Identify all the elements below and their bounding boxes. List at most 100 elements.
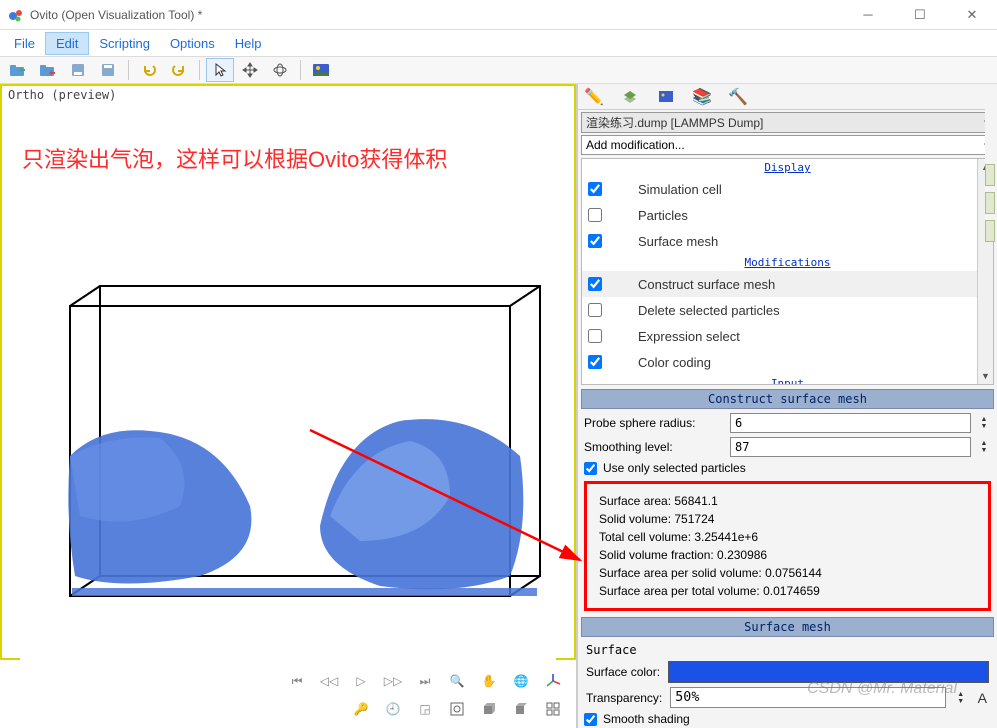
render-icon[interactable] bbox=[307, 58, 335, 82]
orbit-icon[interactable]: 🌐 bbox=[510, 670, 532, 692]
open-state-icon[interactable] bbox=[64, 58, 92, 82]
clock-icon[interactable]: 🕘 bbox=[382, 698, 404, 720]
transparency-input[interactable] bbox=[670, 687, 945, 708]
checkbox-construct[interactable] bbox=[588, 277, 602, 291]
strip-item[interactable] bbox=[985, 220, 995, 242]
probe-radius-spinner[interactable]: ▲▼ bbox=[977, 416, 991, 430]
first-frame-icon[interactable]: ⏮ bbox=[286, 670, 308, 692]
rotate-icon[interactable] bbox=[266, 58, 294, 82]
transparency-spinner[interactable]: ▲▼ bbox=[954, 691, 968, 705]
key-icon[interactable]: 🔑 bbox=[350, 698, 372, 720]
zoom-extents-icon[interactable] bbox=[446, 698, 468, 720]
undo-icon[interactable] bbox=[135, 58, 163, 82]
move-icon[interactable] bbox=[236, 58, 264, 82]
surface-info-box: Surface area: 56841.1 Solid volume: 7517… bbox=[584, 481, 991, 611]
info-surface-area: Surface area: 56841.1 bbox=[599, 492, 976, 510]
probe-radius-label: Probe sphere radius: bbox=[584, 416, 724, 430]
stack-tab-icon[interactable]: 📚 bbox=[692, 87, 712, 107]
close-button[interactable]: ✕ bbox=[955, 4, 989, 26]
smooth-shading-label: Smooth shading bbox=[603, 712, 690, 726]
surface-panel-title: Surface mesh bbox=[581, 617, 994, 637]
save-state-icon[interactable] bbox=[94, 58, 122, 82]
menu-scripting[interactable]: Scripting bbox=[89, 33, 160, 54]
redo-icon[interactable] bbox=[165, 58, 193, 82]
right-panel: ✏️ 📚 🔨 渲染练习.dump [LAMMPS Dump] Add modif… bbox=[577, 84, 997, 728]
smooth-shading-row: Smooth shading bbox=[578, 710, 997, 728]
play-icon[interactable]: ▷ bbox=[350, 670, 372, 692]
toolbar bbox=[0, 56, 997, 84]
menu-edit[interactable]: Edit bbox=[45, 32, 89, 55]
surface-color-swatch[interactable] bbox=[668, 661, 989, 683]
menu-options[interactable]: Options bbox=[160, 33, 225, 54]
checkbox-sim-cell[interactable] bbox=[588, 182, 602, 196]
use-selected-label: Use only selected particles bbox=[603, 461, 746, 475]
snap-icon[interactable]: ◲ bbox=[414, 698, 436, 720]
pencil-tab-icon[interactable]: ✏️ bbox=[584, 87, 604, 107]
checkbox-delete-selected[interactable] bbox=[588, 303, 602, 317]
menubar: File Edit Scripting Options Help bbox=[0, 30, 997, 56]
save-file-icon[interactable] bbox=[34, 58, 62, 82]
pipeline-list: Display Simulation cell Particles Surfac… bbox=[581, 158, 994, 385]
section-display: Display bbox=[582, 159, 993, 176]
zoom-icon[interactable]: 🔍 bbox=[446, 670, 468, 692]
transparency-row: Transparency: ▲▼ A bbox=[578, 685, 997, 710]
viewport-canvas[interactable]: Ortho (preview) 只渲染出气泡，这样可以根据Ovito获得体积 bbox=[0, 84, 576, 660]
pan-icon[interactable]: ✋ bbox=[478, 670, 500, 692]
smoothing-spinner[interactable]: ▲▼ bbox=[977, 440, 991, 454]
smoothing-input[interactable] bbox=[730, 437, 971, 457]
cube-view-icon[interactable] bbox=[478, 698, 500, 720]
next-frame-icon[interactable]: ▷▷ bbox=[382, 670, 404, 692]
window-title: Ovito (Open Visualization Tool) * bbox=[30, 8, 851, 22]
pipeline-item-expr-select[interactable]: Expression select bbox=[582, 323, 993, 349]
pipeline-item-particles[interactable]: Particles bbox=[582, 202, 993, 228]
pipeline-file-selector[interactable]: 渲染练习.dump [LAMMPS Dump] bbox=[581, 112, 994, 133]
probe-radius-row: Probe sphere radius: ▲▼ bbox=[578, 411, 997, 435]
pipeline-item-sim-cell[interactable]: Simulation cell bbox=[582, 176, 993, 202]
select-cursor-icon[interactable] bbox=[206, 58, 234, 82]
checkbox-color-coding[interactable] bbox=[588, 355, 602, 369]
layout-icon[interactable] bbox=[542, 698, 564, 720]
transparency-anim-icon[interactable]: A bbox=[976, 690, 989, 706]
construct-panel-title: Construct surface mesh bbox=[581, 389, 994, 409]
checkbox-expr-select[interactable] bbox=[588, 329, 602, 343]
hammer-tab-icon[interactable]: 🔨 bbox=[728, 87, 748, 107]
use-selected-row: Use only selected particles bbox=[578, 459, 997, 477]
titlebar: Ovito (Open Visualization Tool) * ─ ☐ ✕ bbox=[0, 0, 997, 30]
far-right-strip bbox=[985, 84, 997, 242]
info-solid-frac: Solid volume fraction: 0.230986 bbox=[599, 546, 976, 564]
menu-help[interactable]: Help bbox=[225, 33, 272, 54]
strip-item[interactable] bbox=[985, 192, 995, 214]
axes-icon[interactable] bbox=[542, 670, 564, 692]
probe-radius-input[interactable] bbox=[730, 413, 971, 433]
info-sa-per-total: Surface area per total volume: 0.0174659 bbox=[599, 582, 976, 600]
pipeline-item-color-coding[interactable]: Color coding bbox=[582, 349, 993, 375]
maximize-button[interactable]: ☐ bbox=[903, 4, 937, 26]
viewport-mode-label: Ortho (preview) bbox=[8, 88, 116, 102]
smoothing-label: Smoothing level: bbox=[584, 440, 724, 454]
viewport-panel: Ortho (preview) 只渲染出气泡，这样可以根据Ovito获得体积 bbox=[0, 84, 577, 728]
smooth-shading-checkbox[interactable] bbox=[584, 713, 597, 726]
transparency-label: Transparency: bbox=[586, 691, 662, 705]
checkbox-particles[interactable] bbox=[588, 208, 602, 222]
surface-color-label: Surface color: bbox=[586, 665, 660, 679]
playback-controls: ⏮ ◁◁ ▷ ▷▷ ⏭ 🔍 ✋ 🌐 🔑 🕘 ◲ bbox=[0, 660, 576, 728]
menu-file[interactable]: File bbox=[4, 33, 45, 54]
checkbox-surface-mesh[interactable] bbox=[588, 234, 602, 248]
layers-tab-icon[interactable] bbox=[620, 87, 640, 107]
pipeline-item-surface-mesh[interactable]: Surface mesh bbox=[582, 228, 993, 254]
info-sa-per-solid: Surface area per solid volume: 0.0756144 bbox=[599, 564, 976, 582]
smoothing-row: Smoothing level: ▲▼ bbox=[578, 435, 997, 459]
use-selected-checkbox[interactable] bbox=[584, 462, 597, 475]
open-file-icon[interactable] bbox=[4, 58, 32, 82]
strip-item[interactable] bbox=[985, 164, 995, 186]
info-solid-volume: Solid volume: 751724 bbox=[599, 510, 976, 528]
add-modification-dropdown[interactable]: Add modification... bbox=[581, 135, 994, 156]
minimize-button[interactable]: ─ bbox=[851, 4, 885, 26]
last-frame-icon[interactable]: ⏭ bbox=[414, 670, 436, 692]
surface-subheading: Surface bbox=[578, 639, 997, 659]
pipeline-item-delete-selected[interactable]: Delete selected particles bbox=[582, 297, 993, 323]
render-tab-icon[interactable] bbox=[656, 87, 676, 107]
prev-frame-icon[interactable]: ◁◁ bbox=[318, 670, 340, 692]
pipeline-item-construct[interactable]: Construct surface mesh bbox=[582, 271, 993, 297]
cube-all-icon[interactable] bbox=[510, 698, 532, 720]
